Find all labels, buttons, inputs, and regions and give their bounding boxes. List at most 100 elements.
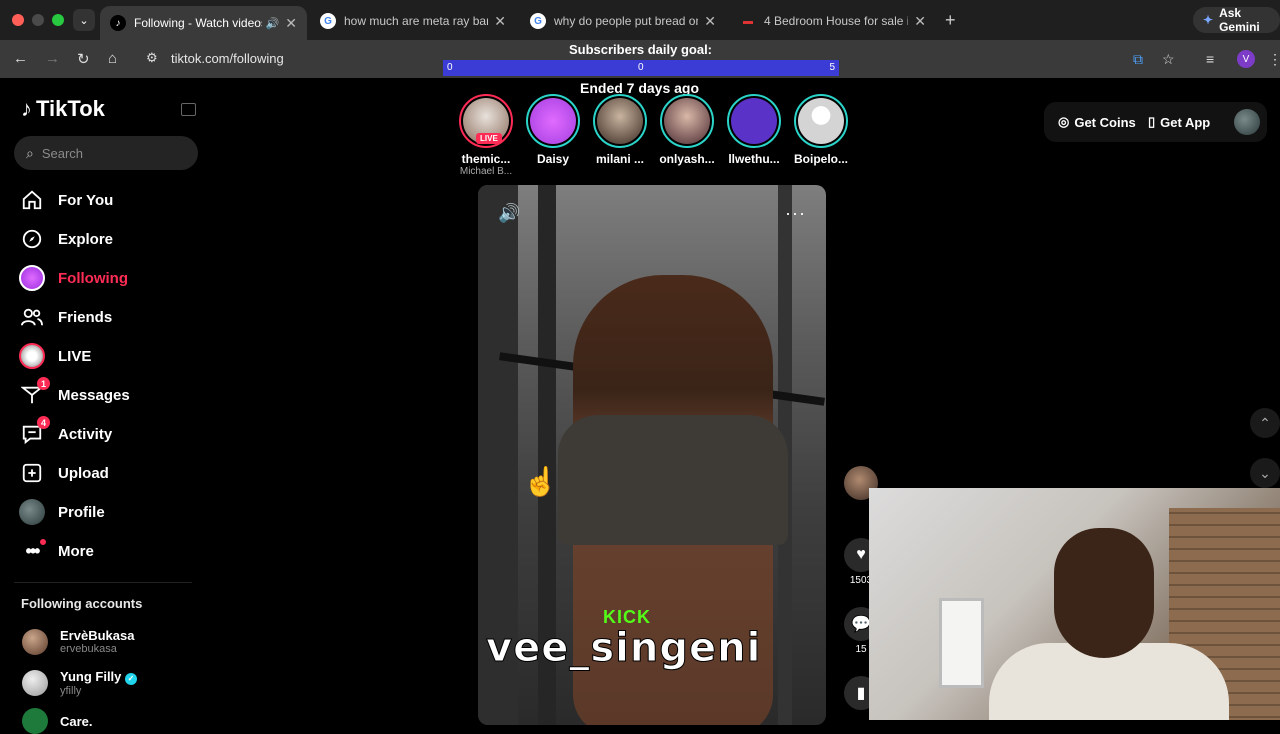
account-name: ErvèBukasa xyxy=(60,628,135,643)
tab-meta-ray-bans[interactable]: G how much are meta ray bans ✕ xyxy=(310,6,516,36)
collapse-sidebar-icon[interactable] xyxy=(181,103,196,116)
story-item[interactable]: LIVE themic... Michael B... xyxy=(454,94,518,177)
video-subject-shirt xyxy=(558,415,788,545)
sidebar-item-for-you[interactable]: For You xyxy=(18,185,113,215)
get-coins-button[interactable]: ◎ Get Coins xyxy=(1058,114,1136,130)
story-item[interactable]: Daisy xyxy=(521,94,585,166)
story-avatar xyxy=(530,98,576,144)
minimize-window-button[interactable] xyxy=(32,14,44,26)
sidebar-item-friends[interactable]: Friends xyxy=(18,302,112,332)
back-arrow-icon[interactable]: ← xyxy=(13,50,28,67)
ask-gemini-label: Ask Gemini xyxy=(1219,6,1260,34)
sidebar-item-label: Upload xyxy=(58,464,109,482)
webcam-person-face xyxy=(1054,528,1154,658)
live-icon xyxy=(18,342,46,370)
tiktok-note-icon: ♪ xyxy=(21,96,32,121)
install-app-icon[interactable]: ⧉ xyxy=(1133,51,1143,68)
close-tab-icon[interactable]: ✕ xyxy=(494,13,506,30)
ask-gemini-button[interactable]: ✦ Ask Gemini xyxy=(1193,6,1280,34)
previous-video-button[interactable]: ⌃ xyxy=(1250,408,1280,438)
story-item[interactable]: llwethu... xyxy=(722,94,786,166)
story-name: Boipelo... xyxy=(794,152,848,166)
close-tab-icon[interactable]: ✕ xyxy=(285,15,297,32)
chevron-up-icon: ⌃ xyxy=(1259,414,1271,431)
bookmark-star-icon[interactable]: ☆ xyxy=(1162,51,1175,68)
tab-title: how much are meta ray bans xyxy=(344,14,489,28)
sidebar-item-label: Following xyxy=(58,269,128,287)
home-icon[interactable]: ⌂ xyxy=(108,50,117,67)
avatar xyxy=(22,670,48,696)
story-item[interactable]: milani ... xyxy=(588,94,652,166)
story-item[interactable]: Boipelo... xyxy=(789,94,853,166)
paper-plane-icon: 1 xyxy=(18,377,50,409)
menu-dots-icon[interactable]: ⋮ xyxy=(1268,51,1280,68)
reading-list-icon[interactable]: ≡ xyxy=(1206,51,1214,67)
story-item[interactable]: onlyash... xyxy=(655,94,719,166)
story-avatar xyxy=(664,98,710,144)
webcam-background-window xyxy=(939,598,984,688)
volume-icon[interactable]: 🔊 xyxy=(498,203,520,224)
next-video-button[interactable]: ⌄ xyxy=(1250,458,1280,488)
search-icon: ⌕ xyxy=(26,144,34,161)
profile-avatar[interactable] xyxy=(1234,109,1260,135)
sidebar-item-label: Messages xyxy=(58,386,130,404)
google-favicon-icon: G xyxy=(530,13,546,29)
tiktok-wordmark: TikTok xyxy=(36,96,105,121)
sidebar-item-messages[interactable]: 1 Messages xyxy=(18,377,130,410)
story-avatar xyxy=(597,98,643,144)
story-avatar xyxy=(798,98,844,144)
streamer-name-overlay: vee_singeni xyxy=(485,625,762,672)
sidebar-item-profile[interactable]: Profile xyxy=(18,497,105,527)
browser-tab-bar: ⌄ ♪ Following - Watch videos 🔊 ✕ G how m… xyxy=(0,0,1280,40)
tab-tiktok-following[interactable]: ♪ Following - Watch videos 🔊 ✕ xyxy=(100,6,307,40)
avatar xyxy=(22,628,48,655)
close-tab-icon[interactable]: ✕ xyxy=(704,13,716,30)
sidebar-item-live[interactable]: LIVE xyxy=(18,341,91,371)
tiktok-page: ♪ TikTok ⌕ For You Explore Following Fri… xyxy=(0,78,1280,734)
new-tab-button[interactable]: + xyxy=(945,10,956,31)
reload-icon[interactable]: ↻ xyxy=(77,50,90,68)
video-more-icon[interactable]: ··· xyxy=(785,203,806,224)
chevron-down-icon: ⌄ xyxy=(79,14,89,27)
tab-bread[interactable]: G why do people put bread on t ✕ xyxy=(520,6,726,36)
story-name: onlyash... xyxy=(659,152,715,166)
following-account-item[interactable]: ErvèBukasa ervebukasa xyxy=(22,628,134,655)
address-bar-url[interactable]: tiktok.com/following xyxy=(171,51,284,66)
following-account-item[interactable]: Yung Filly ✓ yfilly xyxy=(22,669,138,697)
tab-search-button[interactable]: ⌄ xyxy=(73,9,95,31)
search-input[interactable] xyxy=(41,145,182,161)
browser-profile-avatar[interactable]: V xyxy=(1237,50,1255,68)
following-account-item[interactable]: Care. xyxy=(22,708,93,734)
tiktok-favicon-icon: ♪ xyxy=(110,15,126,31)
home-icon xyxy=(18,186,46,214)
speaker-icon[interactable]: 🔊 xyxy=(266,17,280,30)
forward-arrow-icon[interactable]: → xyxy=(45,50,60,67)
upload-icon xyxy=(18,459,46,487)
search-box[interactable]: ⌕ xyxy=(14,136,198,170)
site-settings-icon[interactable]: ⚙ xyxy=(146,50,158,66)
maximize-window-button[interactable] xyxy=(52,14,64,26)
sidebar-item-label: Explore xyxy=(58,230,114,248)
close-window-button[interactable] xyxy=(12,14,24,26)
phone-icon: ▯ xyxy=(1148,114,1156,129)
sidebar-item-more[interactable]: ••• More xyxy=(18,536,94,566)
tab-house-for-sale[interactable]: ▬ 4 Bedroom House for sale in ✕ xyxy=(730,6,936,36)
close-tab-icon[interactable]: ✕ xyxy=(914,13,926,30)
google-favicon-icon: G xyxy=(320,13,336,29)
sidebar-item-upload[interactable]: Upload xyxy=(18,458,109,488)
profile-avatar-icon xyxy=(18,498,46,526)
sidebar-item-activity[interactable]: 4 Activity xyxy=(18,416,112,449)
sidebar-item-explore[interactable]: Explore xyxy=(18,224,113,254)
goal-start-value: 0 xyxy=(447,62,453,73)
messages-badge: 1 xyxy=(37,377,50,390)
get-app-button[interactable]: ▯ Get App xyxy=(1148,114,1210,130)
sidebar-item-following[interactable]: Following xyxy=(18,263,128,293)
tiktok-logo[interactable]: ♪ TikTok xyxy=(21,96,105,122)
account-name: Yung Filly xyxy=(60,669,122,684)
webcam-overlay xyxy=(869,488,1280,720)
sidebar-item-label: More xyxy=(58,542,94,560)
story-name: milani ... xyxy=(595,152,644,166)
get-coins-label: Get Coins xyxy=(1074,114,1136,130)
sidebar-item-label: Profile xyxy=(58,503,105,521)
video-player[interactable]: 🔊 ··· KICK vee_singeni xyxy=(478,185,826,725)
